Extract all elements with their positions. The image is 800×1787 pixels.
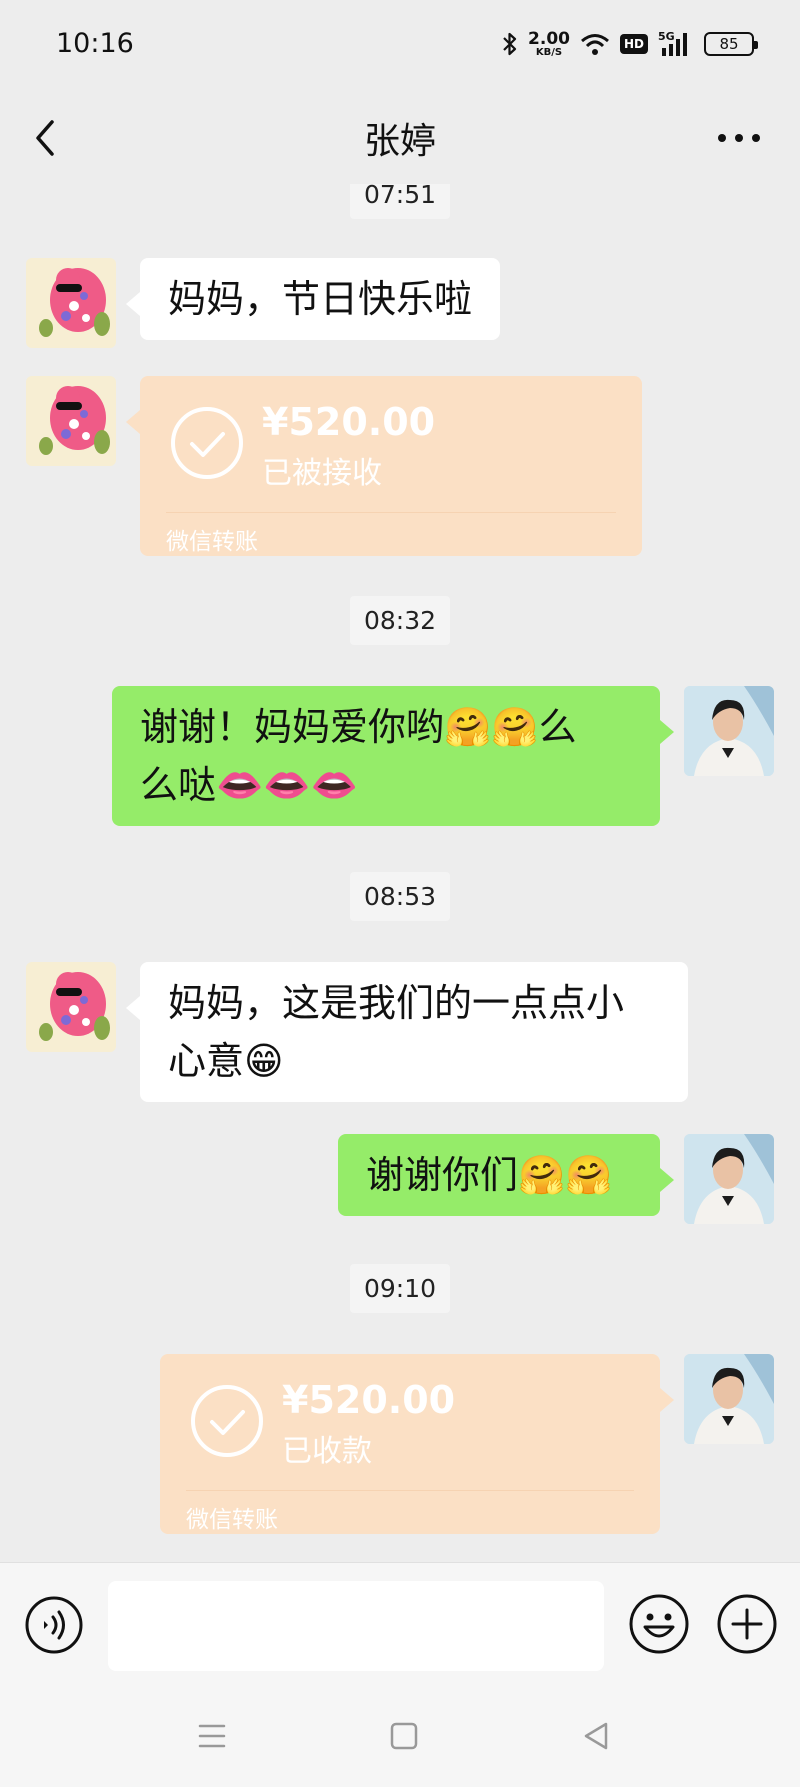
more-icon <box>718 134 760 142</box>
chat-title: 张婷 <box>363 121 436 162</box>
contact-avatar[interactable] <box>26 258 116 348</box>
back-nav-button[interactable] <box>576 1716 616 1756</box>
transfer-footer: 微信转账 <box>186 1507 278 1533</box>
status-time: 10:16 <box>56 28 134 59</box>
divider <box>186 1490 634 1491</box>
voice-button[interactable] <box>24 1595 84 1655</box>
self-avatar[interactable] <box>684 1354 774 1444</box>
transfer-amount: ¥520.00 <box>282 1378 456 1422</box>
timestamp: 08:53 <box>0 872 800 921</box>
menu-button[interactable] <box>192 1716 232 1756</box>
triangle-back-icon <box>584 1722 608 1750</box>
input-bar <box>0 1562 800 1686</box>
contact-avatar[interactable] <box>26 376 116 466</box>
transfer-card[interactable]: ¥520.00 已收款 微信转账 <box>160 1354 674 1534</box>
message-input[interactable] <box>108 1581 604 1671</box>
home-button[interactable] <box>384 1716 424 1756</box>
status-bar: 10:16 2.00 KB/S HD 5G 85 <box>0 0 800 92</box>
chat-header: 张婷 <box>0 92 800 184</box>
battery-indicator: 85 <box>704 32 758 56</box>
emoji-button[interactable] <box>628 1593 690 1655</box>
transfer-status: 已被接收 <box>262 456 382 491</box>
message-bubble[interactable]: 妈妈，节日快乐啦 <box>125 258 501 340</box>
transfer-status: 已收款 <box>282 1434 372 1469</box>
more-actions-button[interactable] <box>716 1593 778 1655</box>
network-speed: 2.00 KB/S <box>528 28 570 58</box>
home-square-icon <box>390 1722 418 1750</box>
voice-icon <box>25 1596 83 1654</box>
system-navigation-bar <box>0 1686 800 1787</box>
check-circle-icon <box>191 1385 263 1457</box>
transfer-card[interactable]: ¥520.00 已被接收 微信转账 <box>126 376 642 556</box>
transfer-amount: ¥520.00 <box>262 400 436 444</box>
status-icons: 2.00 KB/S HD 5G 85 <box>502 26 758 62</box>
hd-badge: HD <box>619 34 648 54</box>
message-bubble[interactable]: 谢谢你们🤗🤗 <box>338 1134 674 1216</box>
check-circle-icon <box>171 407 243 479</box>
chat-messages[interactable]: 07:51 妈妈，节日快乐啦 ¥520.00 已被接收 微信转账 08:32 谢… <box>0 184 800 1562</box>
wifi-icon <box>580 32 610 56</box>
emoji-icon <box>629 1594 689 1654</box>
menu-icon <box>198 1724 226 1748</box>
cellular-signal-icon: 5G <box>658 30 694 58</box>
bluetooth-icon <box>502 31 518 57</box>
plus-icon <box>717 1594 777 1654</box>
divider <box>166 512 616 513</box>
contact-avatar[interactable] <box>26 962 116 1052</box>
message-bubble[interactable]: 谢谢！妈妈爱你哟🤗🤗么 么哒👄👄👄 <box>112 686 674 826</box>
message-bubble[interactable]: 妈妈，这是我们的一点点小 心意😁 <box>126 962 688 1102</box>
self-avatar[interactable] <box>684 1134 774 1224</box>
transfer-footer: 微信转账 <box>166 529 258 555</box>
timestamp: 08:32 <box>0 596 800 645</box>
network-type-label: 5G <box>658 30 675 43</box>
self-avatar[interactable] <box>684 686 774 776</box>
timestamp: 07:51 <box>0 184 800 219</box>
timestamp: 09:10 <box>0 1264 800 1313</box>
battery-level: 85 <box>719 35 739 53</box>
more-button[interactable] <box>714 118 764 158</box>
